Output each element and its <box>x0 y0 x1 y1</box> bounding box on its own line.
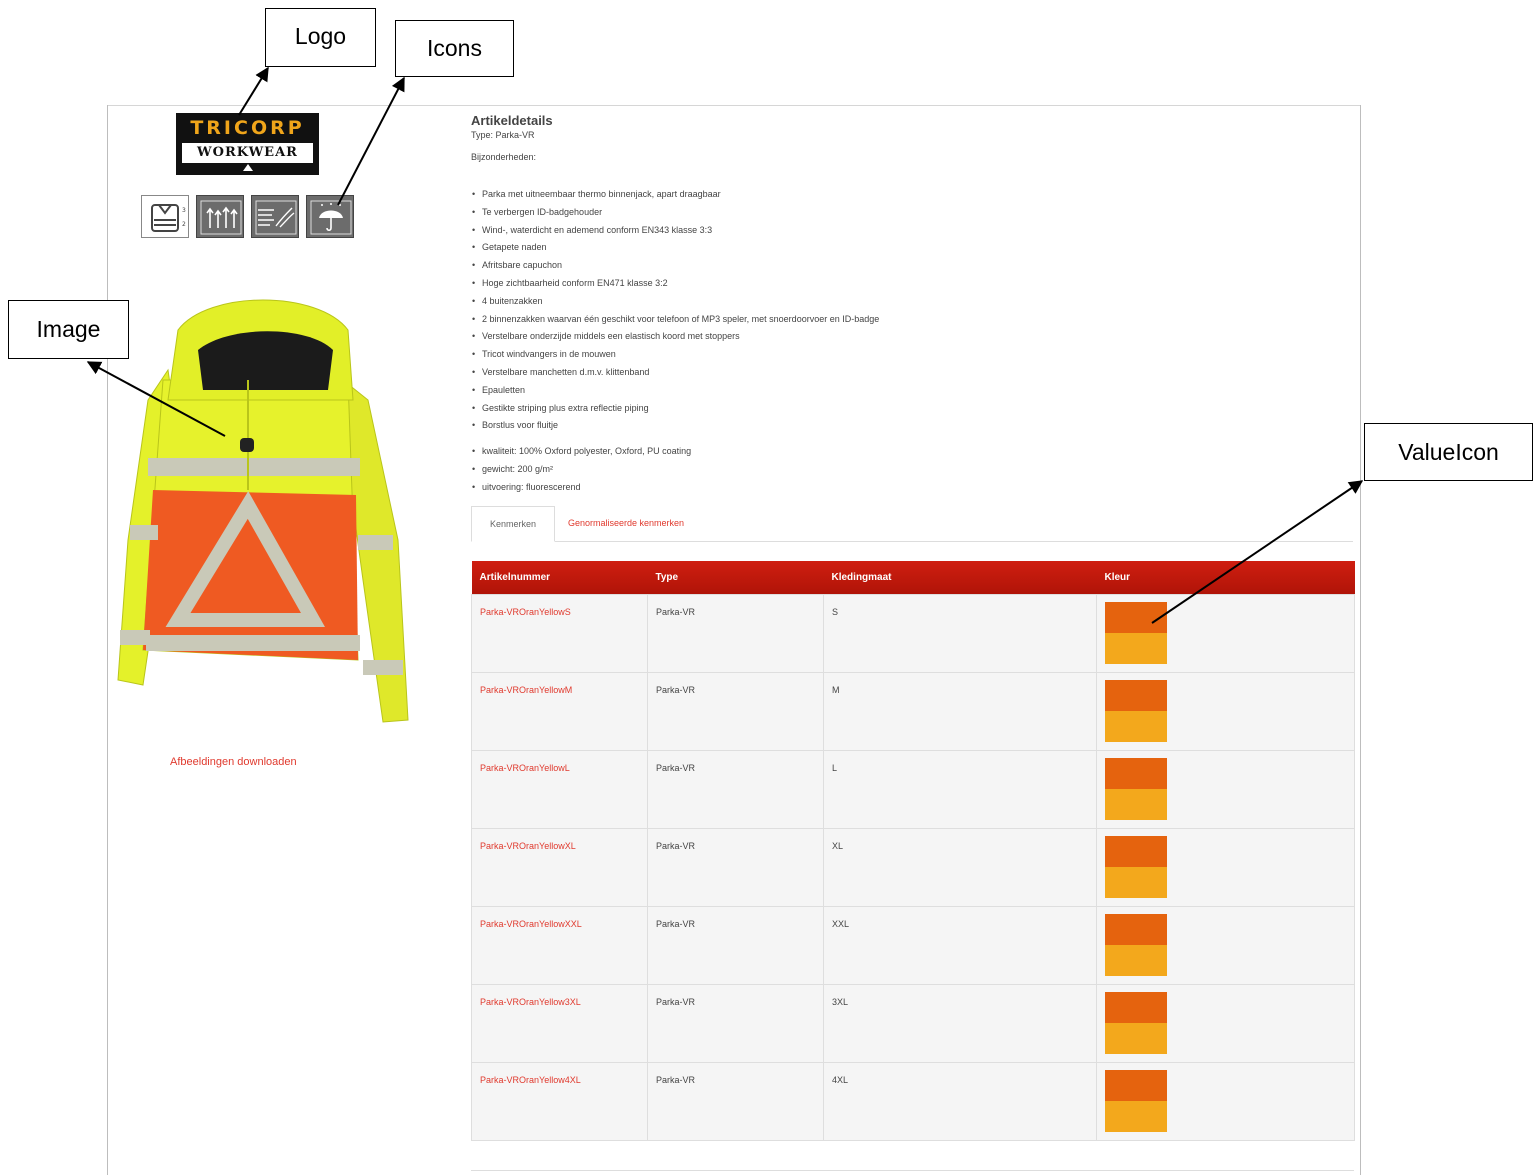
hi-vis-vest-icon: 3 2 <box>141 195 189 238</box>
list-item: Parka met uitneembaar thermo binnenjack,… <box>471 187 879 205</box>
details-bijzonderheden: Bijzonderheden: <box>471 152 537 162</box>
breathable-icon <box>196 195 244 238</box>
color-cell <box>1096 749 1355 829</box>
table-row: Parka-VROranYellow4XL Parka-VR 4XL <box>471 1061 1355 1141</box>
svg-text:2: 2 <box>182 221 186 228</box>
table-row: Parka-VROranYellowL Parka-VR L <box>471 749 1355 829</box>
size-cell: S <box>823 593 1097 673</box>
details-type: Type: Parka-VR <box>471 130 535 140</box>
size-cell: 3XL <box>823 983 1097 1063</box>
list-item: Te verbergen ID-badgehouder <box>471 205 879 223</box>
details-title: Artikeldetails <box>471 113 553 128</box>
callout-value-icon: ValueIcon <box>1364 423 1533 481</box>
feature-icons: 3 2 <box>141 195 356 239</box>
article-number-link[interactable]: Parka-VROranYellowM <box>471 671 648 751</box>
table-row: Parka-VROranYellowXXL Parka-VR XXL <box>471 905 1355 985</box>
list-item: 4 buitenzakken <box>471 294 879 312</box>
table-row: Parka-VROranYellowS Parka-VR S <box>471 593 1355 673</box>
color-swatch-icon <box>1105 1069 1167 1132</box>
divider <box>471 1170 1354 1171</box>
article-number-link[interactable]: Parka-VROranYellow3XL <box>471 983 648 1063</box>
color-swatch-icon <box>1105 601 1167 664</box>
tab-kenmerken[interactable]: Kenmerken <box>471 506 555 542</box>
article-number-link[interactable]: Parka-VROranYellowXL <box>471 827 648 907</box>
list-item: Borstlus voor fluitje <box>471 418 879 436</box>
table-row: Parka-VROranYellow3XL Parka-VR 3XL <box>471 983 1355 1063</box>
color-swatch-icon <box>1105 679 1167 742</box>
logo-line1: TRICORP <box>190 117 305 139</box>
type-cell: Parka-VR <box>647 905 824 985</box>
arrow-logo <box>238 66 269 116</box>
table-row: Parka-VROranYellowM Parka-VR M <box>471 671 1355 751</box>
list-item: Wind-, waterdicht en ademend conform EN3… <box>471 223 879 241</box>
list-item: kwaliteit: 100% Oxford polyester, Oxford… <box>471 444 691 462</box>
size-cell: L <box>823 749 1097 829</box>
color-cell <box>1096 671 1355 751</box>
list-item: 2 binnenzakken waarvan één geschikt voor… <box>471 312 879 330</box>
list-item: Tricot windvangers in de mouwen <box>471 347 879 365</box>
waterproof-umbrella-icon <box>306 195 354 238</box>
callout-logo: Logo <box>265 8 376 67</box>
color-cell <box>1096 827 1355 907</box>
tab-bar: Kenmerken Genormaliseerde kenmerken <box>471 506 1353 542</box>
type-cell: Parka-VR <box>647 1061 824 1141</box>
color-cell <box>1096 983 1355 1063</box>
color-cell <box>1096 905 1355 985</box>
article-number-link[interactable]: Parka-VROranYellowXXL <box>471 905 648 985</box>
brand-logo: TRICORP WORKWEAR <box>176 113 319 175</box>
size-cell: XXL <box>823 905 1097 985</box>
variants-table: Artikelnummer Type Kledingmaat Kleur Par… <box>471 561 1355 1141</box>
list-item: Hoge zichtbaarheid conform EN471 klasse … <box>471 276 879 294</box>
svg-text:3: 3 <box>182 207 186 214</box>
size-cell: XL <box>823 827 1097 907</box>
callout-image: Image <box>8 300 129 359</box>
list-item: uitvoering: fluorescerend <box>471 480 691 498</box>
list-item: Verstelbare onderzijde middels een elast… <box>471 329 879 347</box>
article-number-link[interactable]: Parka-VROranYellowL <box>471 749 648 829</box>
article-number-link[interactable]: Parka-VROranYellowS <box>471 593 648 673</box>
table-header-row: Artikelnummer Type Kledingmaat Kleur <box>471 561 1355 594</box>
list-item: Getapete naden <box>471 240 879 258</box>
type-cell: Parka-VR <box>647 827 824 907</box>
color-cell <box>1096 593 1355 673</box>
list-item: Epauletten <box>471 383 879 401</box>
logo-triangle-icon <box>243 164 253 171</box>
arrow-icons <box>337 76 405 206</box>
table-row: Parka-VROranYellowXL Parka-VR XL <box>471 827 1355 907</box>
windproof-icon <box>251 195 299 238</box>
page-frame-top <box>107 105 1361 106</box>
color-swatch-icon <box>1105 757 1167 820</box>
color-swatch-icon <box>1105 991 1167 1054</box>
size-cell: 4XL <box>823 1061 1097 1141</box>
color-swatch-icon <box>1105 913 1167 976</box>
type-cell: Parka-VR <box>647 671 824 751</box>
type-cell: Parka-VR <box>647 983 824 1063</box>
feature-list: Parka met uitneembaar thermo binnenjack,… <box>471 187 879 436</box>
list-item: gewicht: 200 g/m² <box>471 462 691 480</box>
column-header: Type <box>647 561 824 594</box>
type-cell: Parka-VR <box>647 593 824 673</box>
size-cell: M <box>823 671 1097 751</box>
download-images-link[interactable]: Afbeeldingen downloaden <box>170 756 297 768</box>
list-item: Afritsbare capuchon <box>471 258 879 276</box>
list-item: Gestikte striping plus extra reflectie p… <box>471 401 879 419</box>
article-details: Artikeldetails Type: Parka-VR Bijzonderh… <box>471 113 1351 162</box>
color-cell <box>1096 1061 1355 1141</box>
list-item: Verstelbare manchetten d.m.v. klittenban… <box>471 365 879 383</box>
page-frame-right <box>1360 105 1361 1175</box>
column-header: Kledingmaat <box>823 561 1097 594</box>
logo-line2: WORKWEAR <box>182 143 313 163</box>
spec-list: kwaliteit: 100% Oxford polyester, Oxford… <box>471 444 691 497</box>
type-cell: Parka-VR <box>647 749 824 829</box>
color-swatch-icon <box>1105 835 1167 898</box>
product-image <box>108 290 410 730</box>
callout-icons: Icons <box>395 20 514 77</box>
column-header: Kleur <box>1096 561 1355 594</box>
article-number-link[interactable]: Parka-VROranYellow4XL <box>471 1061 648 1141</box>
column-header: Artikelnummer <box>471 561 648 594</box>
tab-genormaliseerde-kenmerken[interactable]: Genormaliseerde kenmerken <box>568 506 684 542</box>
